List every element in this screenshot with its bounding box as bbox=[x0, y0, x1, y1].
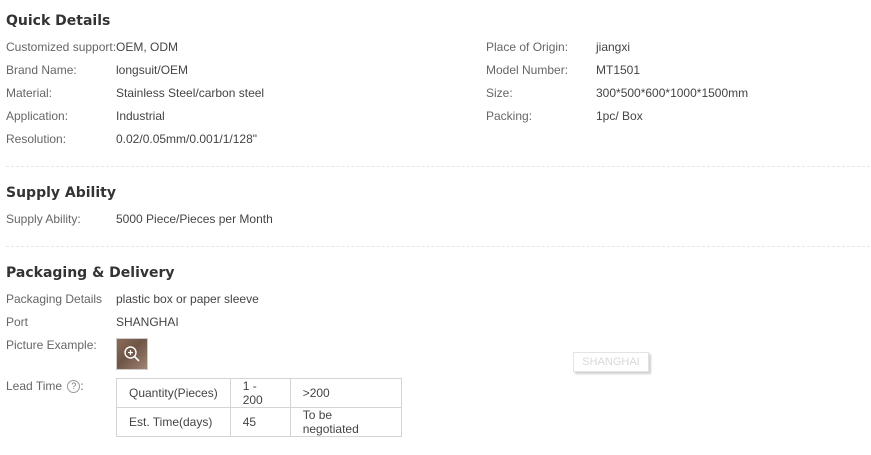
supply-ability-label: Supply Ability: bbox=[6, 212, 81, 226]
quick-details-title: Quick Details bbox=[6, 13, 111, 29]
resolution-value: 0.02/0.05mm/0.001/1/128" bbox=[116, 132, 258, 146]
port-value: SHANGHAI bbox=[116, 315, 179, 329]
section-divider bbox=[6, 166, 870, 167]
watermark-tooltip: SHANGHAI bbox=[573, 352, 649, 372]
table-row: Quantity(Pieces) 1 - 200 >200 bbox=[116, 378, 402, 408]
supply-ability-value: 5000 Piece/Pieces per Month bbox=[116, 212, 273, 226]
help-icon[interactable]: ? bbox=[67, 380, 81, 394]
customized-support-label: Customized support: bbox=[6, 40, 117, 54]
lead-time-label-text: Lead Time bbox=[6, 379, 63, 393]
packing-label: Packing: bbox=[486, 109, 533, 123]
application-value: Industrial bbox=[116, 109, 165, 123]
picture-example-label: Picture Example: bbox=[6, 338, 97, 352]
packaging-details-label: Packaging Details bbox=[6, 292, 103, 306]
packing-value: 1pc/ Box bbox=[596, 109, 643, 123]
port-label: Port bbox=[6, 315, 29, 329]
table-cell: Quantity(Pieces) bbox=[116, 378, 231, 408]
packaging-delivery-title: Packaging & Delivery bbox=[6, 265, 175, 281]
section-divider bbox=[6, 246, 870, 247]
material-label: Material: bbox=[6, 86, 53, 100]
model-number-label: Model Number: bbox=[486, 63, 569, 77]
table-cell: 45 bbox=[229, 407, 291, 437]
size-label: Size: bbox=[486, 86, 513, 100]
brand-name-value: longsuit/OEM bbox=[116, 63, 189, 77]
picture-example-thumbnail[interactable] bbox=[116, 338, 148, 370]
table-cell: Est. Time(days) bbox=[116, 407, 231, 437]
brand-name-label: Brand Name: bbox=[6, 63, 77, 77]
size-value: 300*500*600*1000*1500mm bbox=[596, 86, 749, 100]
place-of-origin-value: jiangxi bbox=[596, 40, 631, 54]
lead-time-label: Lead Time ?: bbox=[6, 379, 84, 394]
zoom-in-icon bbox=[124, 346, 140, 362]
supply-ability-title: Supply Ability bbox=[6, 185, 116, 201]
application-label: Application: bbox=[6, 109, 69, 123]
packaging-details-value: plastic box or paper sleeve bbox=[116, 292, 259, 306]
resolution-label: Resolution: bbox=[6, 132, 67, 146]
model-number-value: MT1501 bbox=[596, 63, 641, 77]
table-cell: 1 - 200 bbox=[229, 378, 291, 408]
lead-time-table: Quantity(Pieces) 1 - 200 >200 Est. Time(… bbox=[116, 378, 402, 437]
customized-support-value: OEM, ODM bbox=[116, 40, 178, 54]
place-of-origin-label: Place of Origin: bbox=[486, 40, 569, 54]
material-value: Stainless Steel/carbon steel bbox=[116, 86, 265, 100]
table-row: Est. Time(days) 45 To be negotiated bbox=[116, 407, 402, 437]
table-cell: >200 bbox=[289, 378, 402, 408]
table-cell: To be negotiated bbox=[289, 407, 402, 437]
